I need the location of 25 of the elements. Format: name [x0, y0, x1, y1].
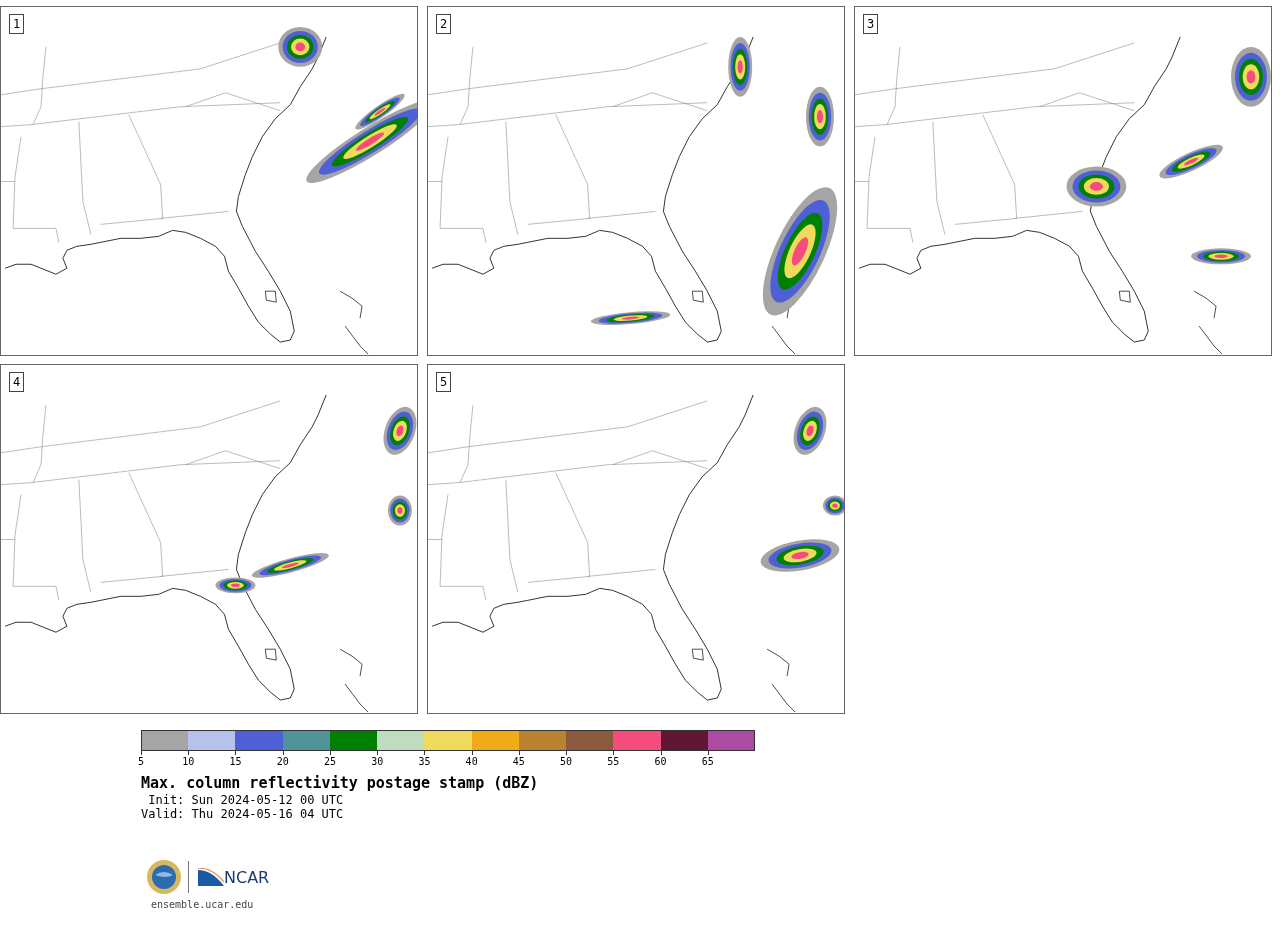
tick-label: 15 [229, 756, 242, 767]
tick-label: 65 [701, 756, 714, 767]
seal-logo-icon [146, 859, 182, 895]
panel-number: 5 [436, 372, 452, 392]
valid-time: Valid: Thu 2024-05-16 04 UTC [141, 807, 345, 821]
tick-label: 45 [512, 756, 525, 767]
panel-number: 3 [863, 14, 879, 34]
tick-label: 60 [654, 756, 667, 767]
panel-number: 2 [436, 14, 452, 34]
tick-label: 50 [560, 756, 573, 767]
chart-title: Max. column reflectivity postage stamp (dBZ) [141, 774, 540, 793]
tick-label: 10 [182, 756, 195, 767]
tick-label: 25 [323, 756, 336, 767]
tick-label: 5 [138, 756, 144, 767]
tick-label: 35 [418, 756, 431, 767]
tick-label: 20 [276, 756, 289, 767]
ncar-logo-icon [198, 868, 224, 886]
logo-wordmark: NCAR [224, 867, 270, 887]
panel-number: 1 [9, 14, 25, 34]
panel-number: 4 [9, 372, 25, 392]
website-url: ensemble.ucar.edu [150, 898, 255, 910]
tick-label: 55 [607, 756, 620, 767]
init-time: Init: Sun 2024-05-12 00 UTC [147, 793, 345, 807]
tick-label: 40 [465, 756, 478, 767]
tick-label: 30 [371, 756, 384, 767]
